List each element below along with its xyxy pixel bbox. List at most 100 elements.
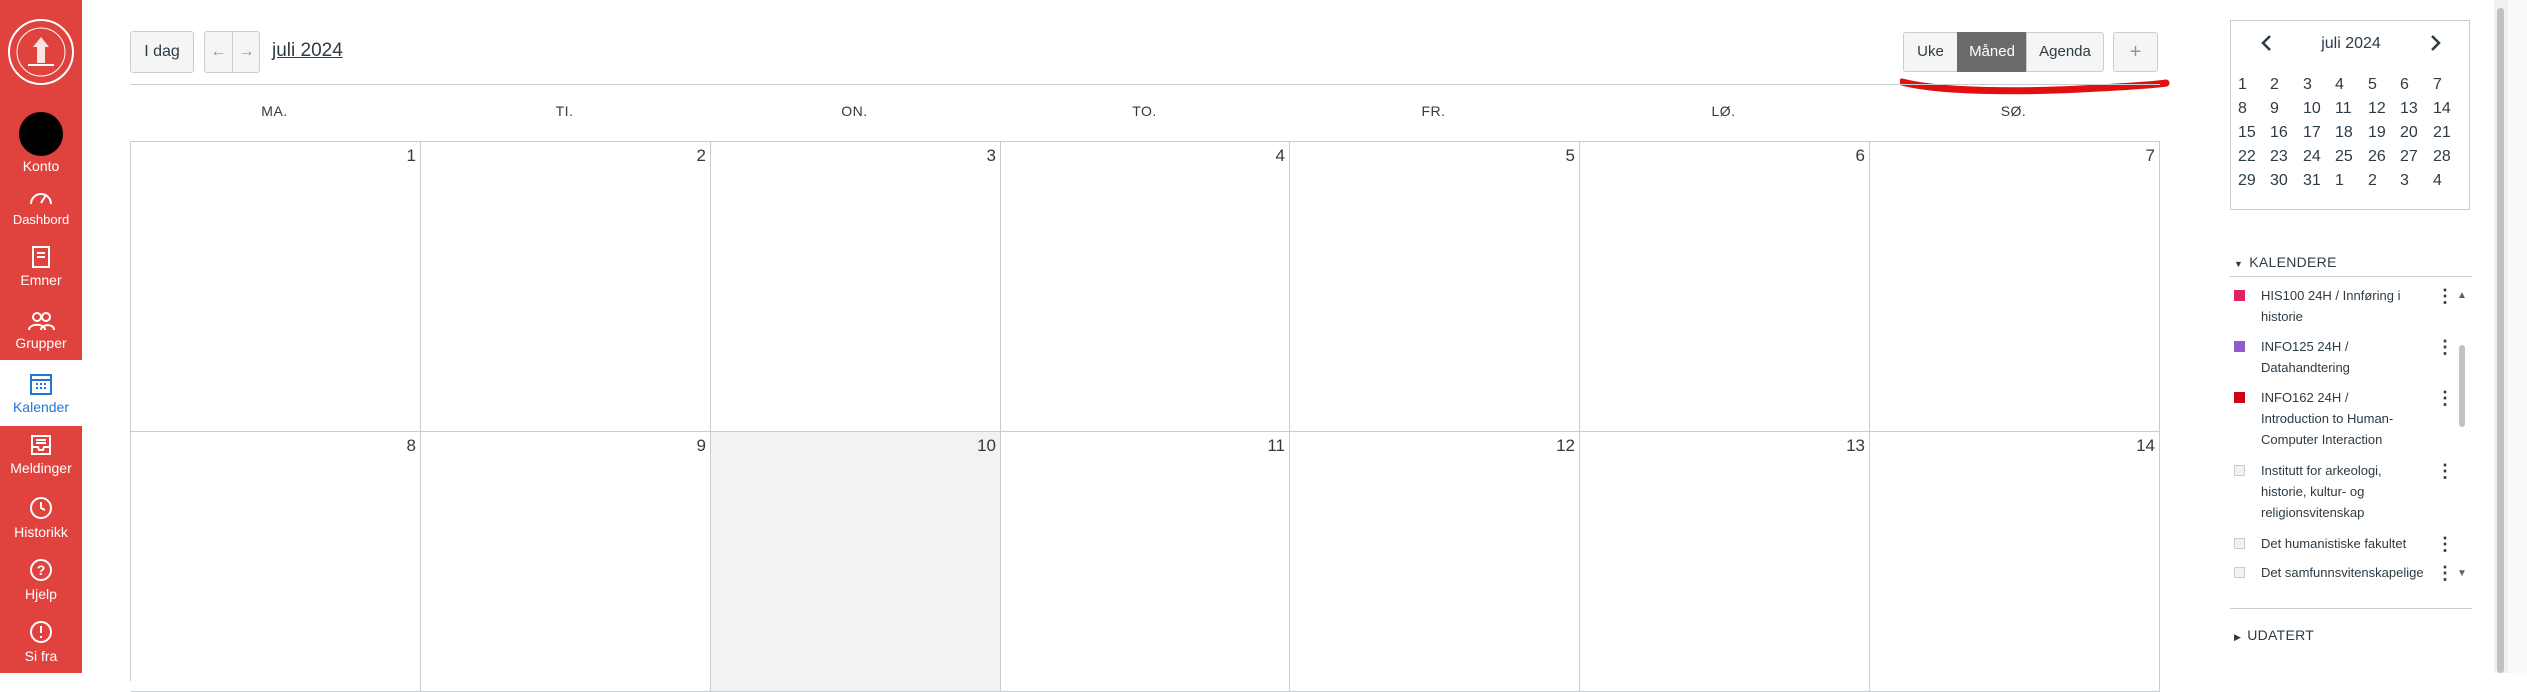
mini-day[interactable]: 16 [2270,124,2302,142]
day-number[interactable]: 13 [1846,436,1865,456]
day-number[interactable]: 7 [2146,146,2155,166]
mini-day[interactable]: 25 [2335,148,2367,166]
mini-day[interactable]: 4 [2433,172,2465,190]
nav-inbox[interactable]: Meldinger [0,433,82,479]
day-number[interactable]: 14 [2136,436,2155,456]
calendar-options-icon[interactable]: ⋮ [2436,337,2454,358]
mini-day[interactable]: 14 [2433,100,2465,118]
nav-help[interactable]: ? Hjelp [0,557,82,603]
day-cell[interactable]: 13 [1580,432,1870,692]
calendar-item[interactable]: Det humanistiske fakultet [2234,533,2454,555]
day-cell[interactable]: 9 [421,432,711,692]
mini-day[interactable]: 17 [2303,124,2335,142]
day-number[interactable]: 10 [977,436,996,456]
calendar-color-swatch[interactable] [2234,538,2245,549]
calendar-color-swatch[interactable] [2234,465,2245,476]
calendar-color-swatch[interactable] [2234,341,2245,352]
calendar-item[interactable]: INFO125 24H / Datahandtering [2234,336,2454,380]
day-cell[interactable]: 11 [1001,432,1290,692]
day-number[interactable]: 2 [697,146,706,166]
mini-day[interactable]: 30 [2270,172,2302,190]
mini-day[interactable]: 19 [2368,124,2400,142]
today-button[interactable]: I dag [130,31,194,73]
view-week-button[interactable]: Uke [1903,32,1958,72]
mini-day[interactable]: 1 [2238,76,2270,94]
day-cell[interactable]: 14 [1870,432,2160,692]
nav-groups[interactable]: Grupper [0,310,82,356]
view-month-button[interactable]: Måned [1957,32,2027,72]
calendar-color-swatch[interactable] [2234,567,2245,578]
mini-day[interactable]: 2 [2368,172,2400,190]
scroll-up-icon[interactable]: ▲ [2457,290,2467,301]
day-number[interactable]: 3 [987,146,996,166]
day-number[interactable]: 12 [1556,436,1575,456]
mini-day[interactable]: 2 [2270,76,2302,94]
day-number[interactable]: 11 [1267,436,1285,456]
mini-day[interactable]: 22 [2238,148,2270,166]
calendar-color-swatch[interactable] [2234,290,2245,301]
nav-history[interactable]: Historikk [0,495,82,541]
mini-day[interactable]: 15 [2238,124,2270,142]
day-number[interactable]: 1 [407,146,416,166]
mini-day[interactable]: 29 [2238,172,2270,190]
day-number[interactable]: 8 [407,436,416,456]
calendar-list-scroll-thumb[interactable] [2459,345,2465,427]
page-scroll-thumb[interactable] [2497,8,2504,673]
mini-day[interactable]: 26 [2368,148,2400,166]
day-cell[interactable]: 2 [421,142,711,432]
day-number[interactable]: 6 [1856,146,1865,166]
nav-report[interactable]: Si fra [0,619,82,665]
day-cell[interactable]: 4 [1001,142,1290,432]
undated-toggle[interactable]: ▶ UDATERT [2234,627,2314,643]
calendar-list-scrollbar[interactable]: ▲ ▼ [2456,290,2468,582]
add-event-button[interactable]: + [2113,32,2158,72]
calendar-item[interactable]: INFO162 24H / Introduction to Human- Compu… [2234,387,2454,453]
calendar-item[interactable]: HIS100 24H / Innføring i historie [2234,285,2454,329]
prev-arrow-button[interactable]: ← [205,32,233,72]
calendars-toggle[interactable]: ▼ KALENDERE [2234,254,2337,270]
month-title[interactable]: juli 2024 [272,40,343,62]
mini-day[interactable]: 10 [2303,100,2335,118]
mini-day[interactable]: 9 [2270,100,2302,118]
mini-day[interactable]: 24 [2303,148,2335,166]
calendar-options-icon[interactable]: ⋮ [2436,461,2454,482]
mini-day[interactable]: 23 [2270,148,2302,166]
day-number[interactable]: 9 [697,436,706,456]
calendar-item[interactable]: Institutt for arkeologi, historie, kultur… [2234,460,2454,526]
mini-day[interactable]: 8 [2238,100,2270,118]
mini-day[interactable]: 1 [2335,172,2367,190]
day-number[interactable]: 4 [1276,146,1285,166]
mini-day[interactable]: 4 [2335,76,2367,94]
day-cell[interactable]: 5 [1290,142,1580,432]
scroll-down-icon[interactable]: ▼ [2457,568,2467,579]
mini-day[interactable]: 31 [2303,172,2335,190]
mini-next-month-button[interactable] [2423,31,2447,55]
day-cell[interactable]: 12 [1290,432,1580,692]
mini-day[interactable]: 7 [2433,76,2465,94]
day-number[interactable]: 5 [1566,146,1575,166]
calendar-options-icon[interactable]: ⋮ [2436,534,2454,555]
view-agenda-button[interactable]: Agenda [2026,32,2104,72]
mini-day[interactable]: 21 [2433,124,2465,142]
next-arrow-button[interactable]: → [233,32,260,72]
mini-day[interactable]: 27 [2400,148,2432,166]
nav-account[interactable]: Konto [0,112,82,174]
university-logo[interactable] [6,17,76,87]
calendar-options-icon[interactable]: ⋮ [2436,388,2454,409]
mini-day[interactable]: 3 [2303,76,2335,94]
mini-day[interactable]: 6 [2400,76,2432,94]
calendar-options-icon[interactable]: ⋮ [2436,563,2454,584]
day-cell[interactable]: 8 [131,432,421,692]
nav-dashboard[interactable]: Dashbord [0,186,82,232]
day-cell[interactable]: 7 [1870,142,2160,432]
mini-day[interactable]: 18 [2335,124,2367,142]
nav-courses[interactable]: Emner [0,245,82,291]
day-cell[interactable]: 1 [131,142,421,432]
mini-day[interactable]: 11 [2335,100,2367,118]
mini-day[interactable]: 5 [2368,76,2400,94]
mini-day[interactable]: 20 [2400,124,2432,142]
day-cell-today[interactable]: 10 [711,432,1001,692]
mini-day[interactable]: 3 [2400,172,2432,190]
nav-calendar[interactable]: Kalender [0,360,82,426]
mini-day[interactable]: 13 [2400,100,2432,118]
